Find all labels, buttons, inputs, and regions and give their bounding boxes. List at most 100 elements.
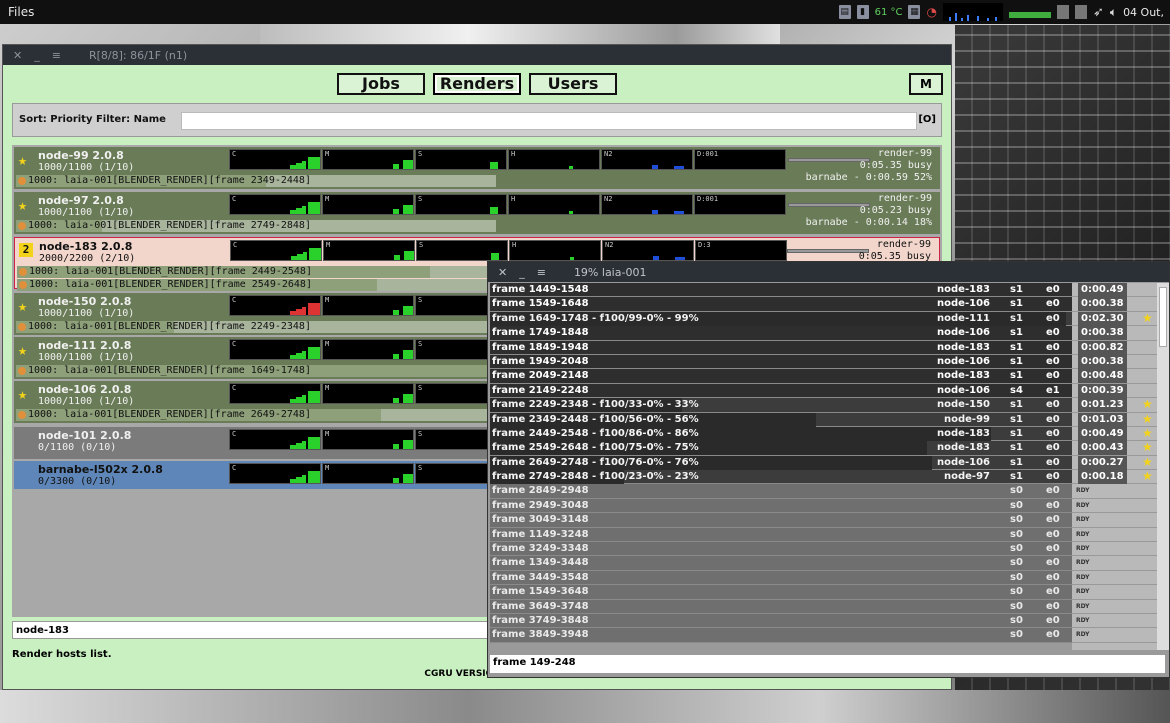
frame-row[interactable]: frame 1849-1948 node-183 s1 e0 <box>490 340 1072 355</box>
node-user-status: barnabe - 0:00.14 18% <box>805 217 932 228</box>
frame-label: frame 1549-1648 <box>492 298 589 310</box>
m-button[interactable]: M <box>909 73 943 95</box>
render-node-row[interactable]: ★ node-99 2.0.8 1000/1100 (1/10) C M S H N2 D:00… <box>14 147 940 189</box>
node-name: node-97 2.0.8 <box>38 194 124 207</box>
frame-row[interactable]: frame 1149-3248 s0 e0 <box>490 527 1072 543</box>
network-icon[interactable]: ➶ <box>1093 5 1104 20</box>
frame-row[interactable]: frame 1549-1648 node-106 s1 e0 <box>490 297 1072 312</box>
menu-icon[interactable]: ≡ <box>537 266 546 279</box>
frame-row[interactable]: frame 1949-2048 node-106 s1 e0 <box>490 354 1072 370</box>
graph-label: C <box>232 430 237 438</box>
task-label: 1000: laia-001[BLENDER_RENDER][frame 244… <box>29 266 312 277</box>
close-icon[interactable]: ✕ <box>13 49 22 62</box>
node-task[interactable]: 1000: laia-001[BLENDER_RENDER][frame 254… <box>17 279 497 291</box>
graph-label: H <box>511 150 516 158</box>
clock[interactable]: 04 Out, <box>1123 6 1164 19</box>
frame-time: 0:00.38 <box>1078 354 1127 369</box>
node-monitor-graph: S <box>415 194 507 215</box>
graph-label: M <box>325 340 330 348</box>
frame-row[interactable]: frame 1549-3648 s0 e0 <box>490 585 1072 600</box>
node-task[interactable]: 1000: laia-001[BLENDER_RENDER][frame 244… <box>17 266 497 278</box>
files-menu[interactable]: Files <box>8 5 34 19</box>
frame-errors: e0 <box>1046 355 1060 367</box>
frame-errors: e0 <box>1046 571 1060 583</box>
close-icon[interactable]: ✕ <box>498 266 507 279</box>
volume-icon[interactable]: 🔈︎ <box>1110 5 1117 20</box>
filter-options-button[interactable]: [O] <box>918 114 936 125</box>
frame-filter-input[interactable]: frame 149-248 <box>490 655 1165 673</box>
frame-time-cell: 0:00.18 ★ <box>1072 470 1158 485</box>
frame-row[interactable]: frame 2149-2248 node-106 s4 e1 <box>490 383 1072 399</box>
frame-row[interactable]: frame 3849-3948 s0 e0 <box>490 628 1072 643</box>
minimize-icon[interactable]: _ <box>519 266 525 279</box>
frame-label: frame 2149-2248 <box>492 384 589 396</box>
node-task[interactable]: 1000: laia-001[BLENDER_RENDER][frame 234… <box>16 175 496 187</box>
tab-users[interactable]: Users <box>529 73 617 95</box>
sort-filter-label[interactable]: Sort: Priority Filter: Name <box>19 114 166 125</box>
frame-row[interactable]: frame 2349-2448 - f100/56-0% - 56% node-9… <box>490 412 1072 427</box>
frame-row[interactable]: frame 3649-3748 s0 e0 <box>490 599 1072 614</box>
frame-time: 0:00.48 <box>1078 369 1127 384</box>
frame-row[interactable]: frame 2649-2748 - f100/76-0% - 76% node-1… <box>490 455 1072 471</box>
frame-row[interactable]: frame 3049-3148 s0 e0 <box>490 513 1072 528</box>
node-name: node-183 2.0.8 <box>39 240 133 253</box>
task-icon <box>18 177 26 185</box>
node-name: node-101 2.0.8 <box>38 429 132 442</box>
frame-ready-label: RDY <box>1076 530 1090 538</box>
tab-renders[interactable]: Renders <box>433 73 521 95</box>
frame-ready-label: RDY <box>1076 501 1090 509</box>
frame-row[interactable]: frame 2749-2848 - f100/23-0% - 23% node-9… <box>490 470 1072 485</box>
tab-jobs[interactable]: Jobs <box>337 73 425 95</box>
render-node-row[interactable]: ★ node-97 2.0.8 1000/1100 (1/10) C M S H N2 D:00… <box>14 192 940 234</box>
frame-host: node-183 <box>937 442 990 454</box>
task-label: 1000: laia-001[BLENDER_RENDER][frame 254… <box>29 279 312 290</box>
node-task[interactable]: 1000: laia-001[BLENDER_RENDER][frame 264… <box>16 409 496 421</box>
scrollbar-thumb[interactable] <box>1159 287 1167 347</box>
frame-row[interactable]: frame 2549-2648 - f100/75-0% - 75% node-1… <box>490 441 1072 456</box>
frame-row[interactable]: frame 2249-2348 - f100/33-0% - 33% node-1… <box>490 398 1072 413</box>
filter-input[interactable] <box>181 112 917 130</box>
graph-label: H <box>512 241 517 249</box>
frame-errors: e0 <box>1046 442 1060 454</box>
star-icon: ★ <box>1142 310 1153 325</box>
power-icon[interactable]: ◔ <box>926 5 936 19</box>
graph-label: C <box>232 150 237 158</box>
frame-starts: s1 <box>1010 399 1023 411</box>
frame-row[interactable]: frame 1449-1548 node-183 s1 e0 <box>490 283 1072 298</box>
node-task[interactable]: 1000: laia-001[BLENDER_RENDER][frame 274… <box>16 220 496 232</box>
frame-host: node-150 <box>937 399 990 411</box>
frame-row[interactable]: frame 1749-1848 node-106 s1 e0 <box>490 326 1072 341</box>
task-label: 1000: laia-001[BLENDER_RENDER][frame 264… <box>28 409 311 420</box>
node-task[interactable]: 1000: laia-001[BLENDER_RENDER][frame 224… <box>16 321 496 333</box>
frame-time-cell: RDY <box>1072 585 1158 600</box>
frame-errors: e0 <box>1046 341 1060 353</box>
battery-icon[interactable]: ▮ <box>856 5 869 19</box>
graph-label: M <box>325 430 330 438</box>
frame-row[interactable]: frame 2449-2548 - f100/86-0% - 86% node-1… <box>490 426 1072 442</box>
frame-row[interactable]: frame 3749-3848 s0 e0 <box>490 613 1072 629</box>
graph-label: N2 <box>605 241 614 249</box>
frame-row[interactable]: frame 2049-2148 node-183 s1 e0 <box>490 369 1072 384</box>
frame-list-scrollbar[interactable] <box>1157 283 1169 650</box>
document-icon[interactable]: ▤ <box>838 5 851 19</box>
node-capacity: 0/3300 (0/10) <box>38 476 117 487</box>
frame-starts: s1 <box>1010 442 1023 454</box>
frame-row[interactable]: frame 2849-2948 s0 e0 <box>490 484 1072 499</box>
frame-row[interactable]: frame 1349-3448 s0 e0 <box>490 556 1072 571</box>
clipboard-icon[interactable]: ▦ <box>908 5 921 19</box>
frame-row[interactable]: frame 3249-3348 s0 e0 <box>490 542 1072 557</box>
node-capacity: 1000/1100 (1/10) <box>38 207 135 218</box>
frame-list: frame 1449-1548 node-183 s1 e0 frame 1549-16… <box>490 283 1072 650</box>
node-monitor-graph: C <box>230 240 322 261</box>
frame-time-cell: 0:00.38 <box>1072 354 1158 370</box>
frame-row[interactable]: frame 2949-3048 s0 e0 <box>490 498 1072 514</box>
node-monitor-graph: S <box>416 240 508 261</box>
frame-errors: e0 <box>1046 600 1060 612</box>
star-icon: ★ <box>18 151 28 169</box>
node-monitor-graph: H <box>508 149 600 170</box>
frame-row[interactable]: frame 3449-3548 s0 e0 <box>490 570 1072 586</box>
node-task[interactable]: 1000: laia-001[BLENDER_RENDER][frame 164… <box>16 365 496 377</box>
frame-row[interactable]: frame 1649-1748 - f100/99-0% - 99% node-1… <box>490 311 1072 327</box>
menu-icon[interactable]: ≡ <box>52 49 61 62</box>
minimize-icon[interactable]: _ <box>34 49 40 62</box>
